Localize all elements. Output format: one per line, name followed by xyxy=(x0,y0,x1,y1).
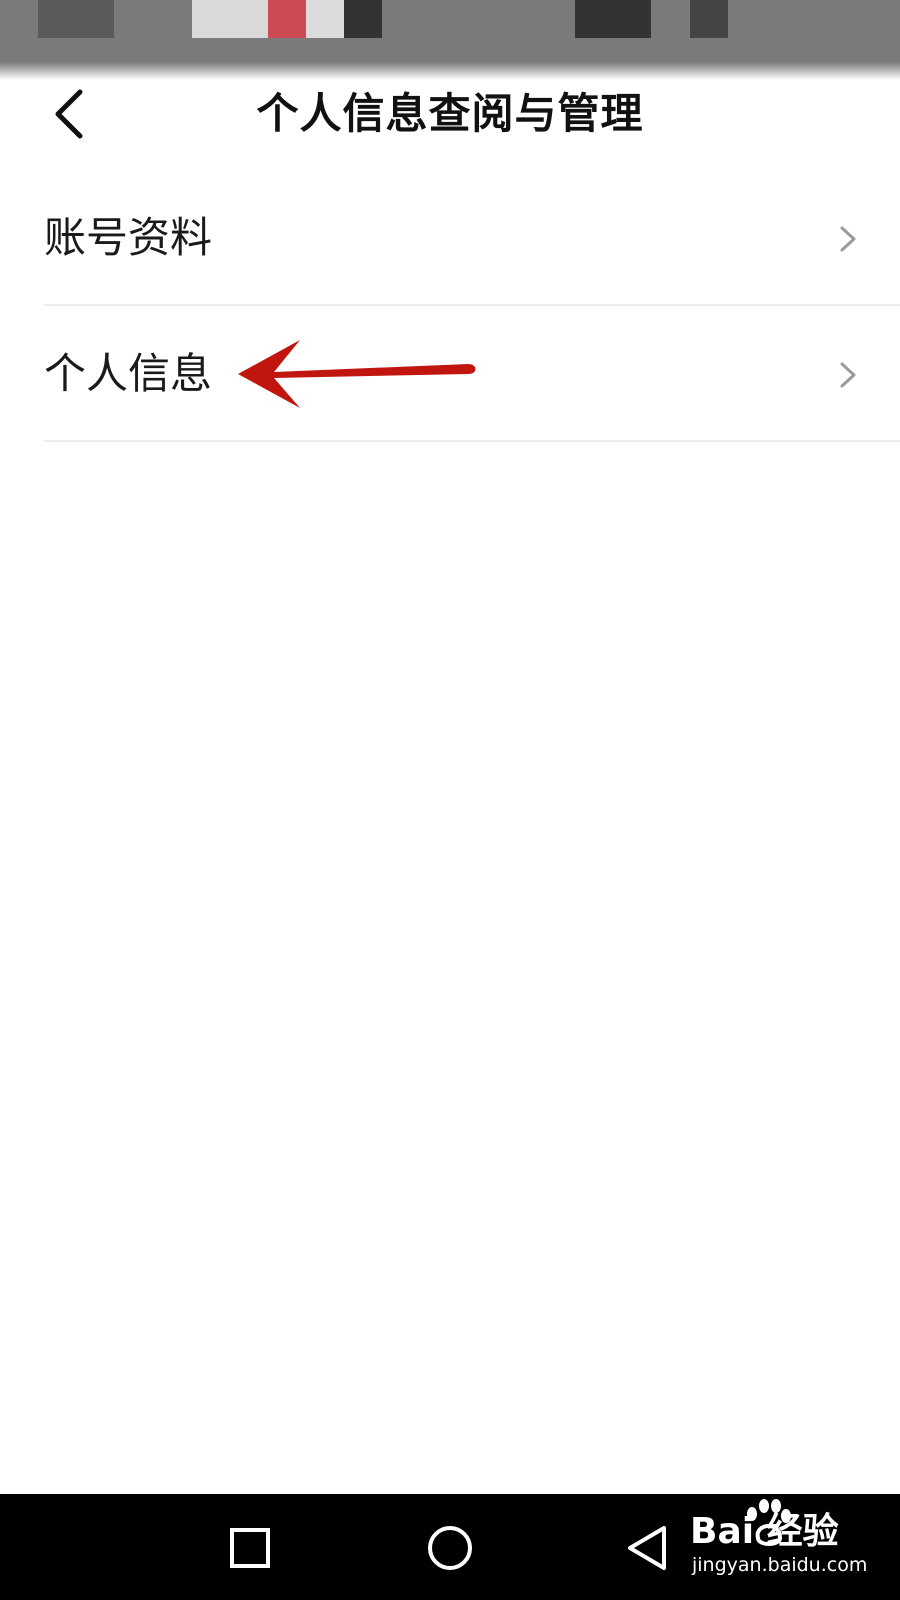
status-block xyxy=(38,0,114,38)
circle-icon xyxy=(428,1526,472,1570)
status-block xyxy=(575,0,651,38)
screen: 个人信息查阅与管理 账号资料 个人信息 Bai 经验 jingyan.baidu… xyxy=(0,0,900,1600)
status-block xyxy=(344,0,382,38)
status-bar xyxy=(0,0,900,80)
menu-item-account-profile[interactable]: 账号资料 xyxy=(0,170,900,306)
status-block xyxy=(690,0,728,38)
menu-item-personal-info[interactable]: 个人信息 xyxy=(0,306,900,442)
divider xyxy=(44,440,900,442)
back-nav-button[interactable] xyxy=(620,1520,676,1576)
system-nav-bar: Bai 经验 jingyan.baidu.com xyxy=(0,1494,900,1600)
triangle-back-icon xyxy=(628,1526,666,1570)
square-icon xyxy=(230,1528,270,1568)
home-button[interactable] xyxy=(422,1520,478,1576)
app-header: 个人信息查阅与管理 xyxy=(0,76,900,156)
status-block xyxy=(306,0,344,38)
recent-apps-button[interactable] xyxy=(222,1520,278,1576)
annotation-arrow-icon xyxy=(238,340,476,408)
chevron-right-icon xyxy=(840,226,856,252)
menu-list: 账号资料 个人信息 xyxy=(0,170,900,442)
page-title: 个人信息查阅与管理 xyxy=(256,89,644,138)
menu-item-label: 账号资料 xyxy=(44,213,213,262)
menu-item-label: 个人信息 xyxy=(44,349,213,398)
watermark-url: jingyan.baidu.com xyxy=(692,1554,868,1576)
baidu-jingyan-watermark: Bai 经验 jingyan.baidu.com xyxy=(690,1499,890,1594)
chevron-right-icon xyxy=(840,362,856,388)
status-block xyxy=(192,0,268,38)
status-block xyxy=(268,0,306,38)
paw-icon xyxy=(747,1499,791,1546)
